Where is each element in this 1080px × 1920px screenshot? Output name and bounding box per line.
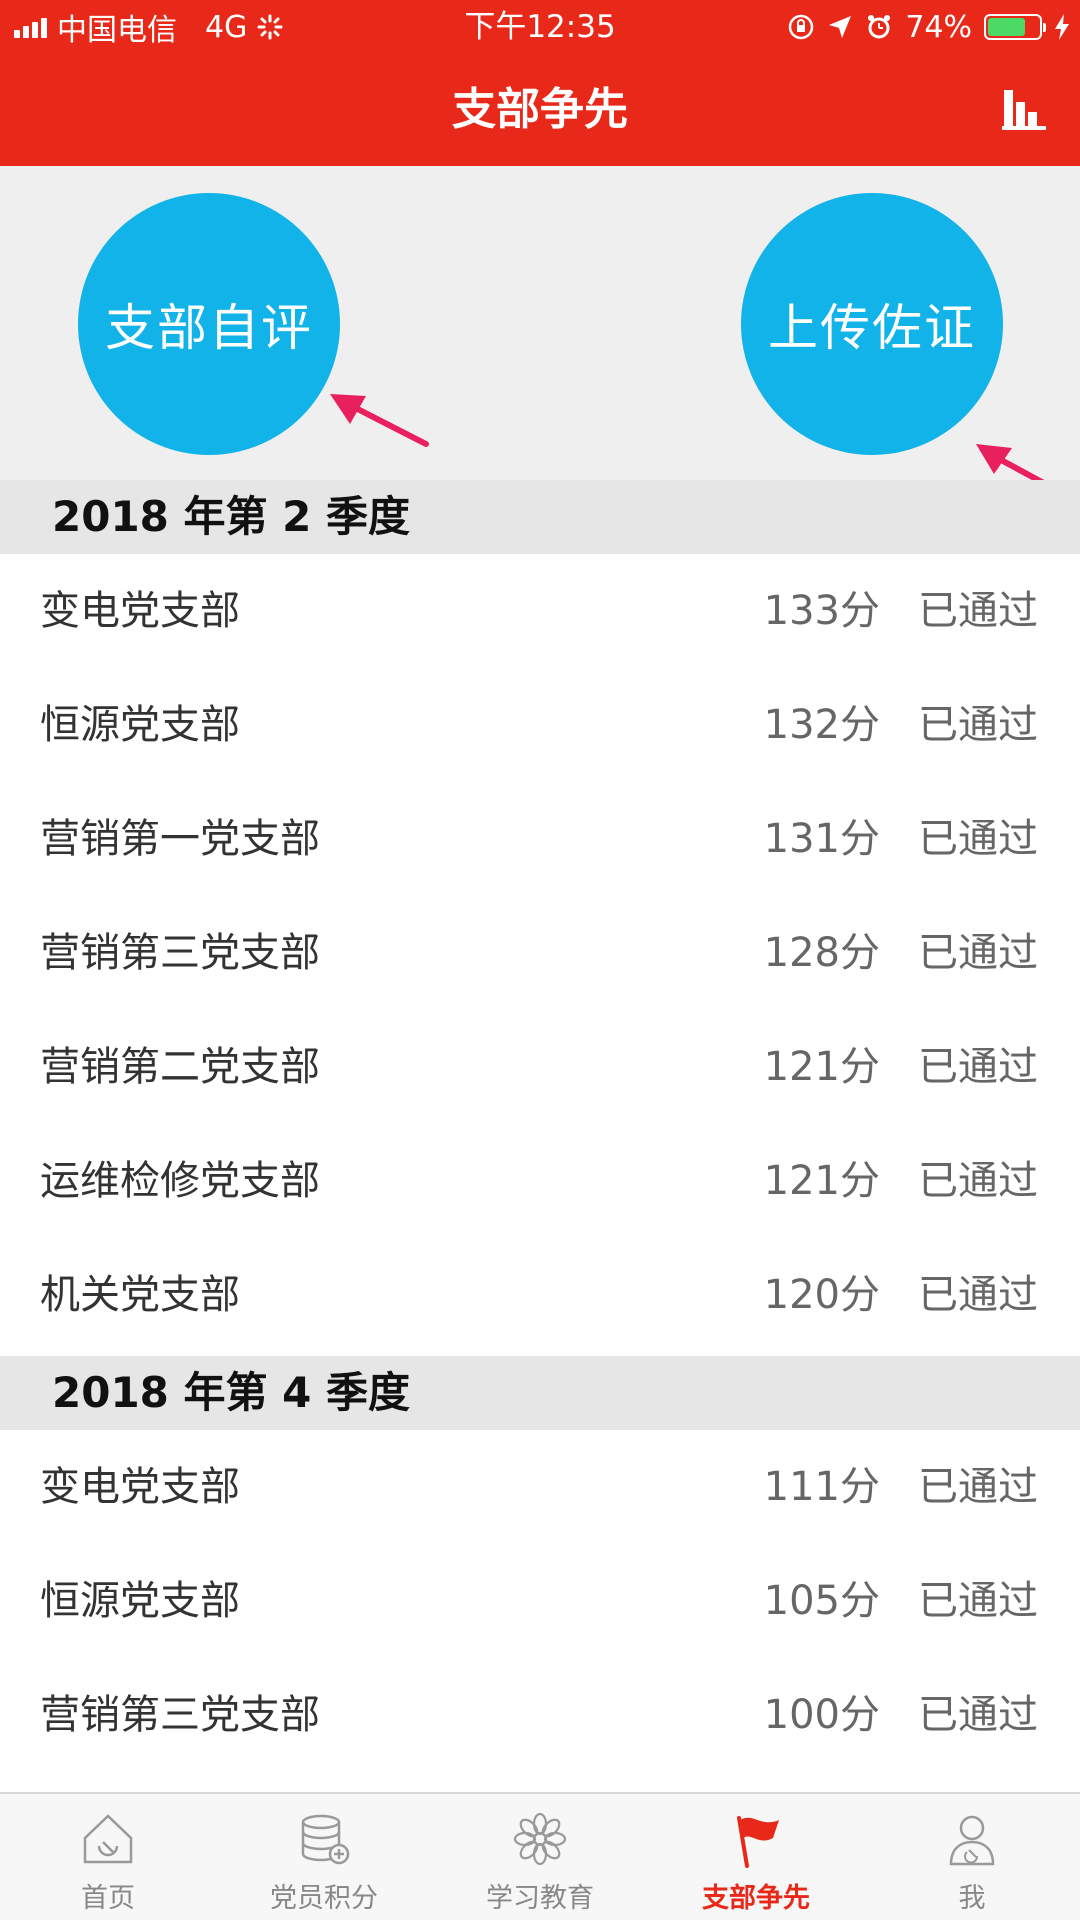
self-review-button[interactable]: 支部自评	[78, 193, 340, 455]
nav-bar: 支部争先	[0, 54, 1080, 166]
review-status: 已通过	[918, 1272, 1038, 1318]
tab-label: 首页	[81, 1883, 135, 1914]
flower-icon	[513, 1812, 567, 1866]
battery-fill	[988, 18, 1025, 36]
tab-label: 支部争先	[702, 1883, 810, 1914]
branch-name: 变电党支部	[40, 588, 240, 634]
review-status: 已通过	[918, 1464, 1038, 1510]
tab-study[interactable]: 学习教育	[432, 1794, 648, 1920]
branch-score: 128分	[763, 930, 880, 976]
branch-name: 营销第一党支部	[40, 816, 320, 862]
home-icon	[83, 1814, 133, 1864]
location-icon	[829, 16, 852, 38]
review-status: 已通过	[918, 1692, 1038, 1738]
branch-score: 132分	[763, 702, 880, 748]
flag-icon	[737, 1816, 779, 1868]
tab-branch-compete[interactable]: 支部争先	[648, 1794, 864, 1920]
branch-name: 营销第三党支部	[40, 930, 320, 976]
list-item[interactable]: 运维检修党支部 121分 已通过	[0, 1124, 1080, 1238]
tab-me[interactable]: 我	[864, 1794, 1080, 1920]
rotation-lock-icon	[789, 14, 814, 40]
battery-percent: 74%	[905, 9, 972, 45]
arrow-annotation-left	[330, 394, 429, 447]
charging-icon	[1055, 14, 1069, 40]
bar-chart-icon	[1002, 90, 1046, 130]
review-status: 已通过	[918, 1158, 1038, 1204]
action-panel: 支部自评 上传佐证	[0, 166, 1080, 497]
branch-name: 运维检修党支部	[40, 1158, 320, 1204]
list-item[interactable]: 恒源党支部 132分 已通过	[0, 668, 1080, 782]
page-title: 支部争先	[452, 84, 628, 135]
list-item[interactable]: 营销第二党支部 121分 已通过	[0, 1010, 1080, 1124]
review-status: 已通过	[918, 1044, 1038, 1090]
branch-score: 133分	[763, 588, 880, 634]
review-status: 已通过	[918, 702, 1038, 748]
branch-name: 机关党支部	[40, 1272, 240, 1318]
review-status: 已通过	[918, 816, 1038, 862]
branch-score: 131分	[763, 816, 880, 862]
branch-score: 111分	[763, 1464, 880, 1510]
section-header: 2018 年第 4 季度	[0, 1356, 1080, 1430]
section-header: 2018 年第 2 季度	[0, 480, 1080, 554]
branch-name: 变电党支部	[40, 1464, 240, 1510]
status-bar: 中国电信 4G 下午12:35 74%	[0, 0, 1080, 54]
list-item[interactable]: 恒源党支部 105分 已通过	[0, 1544, 1080, 1658]
list-item[interactable]: 营销第三党支部 100分 已通过	[0, 1658, 1080, 1772]
alarm-icon	[868, 15, 891, 39]
branch-name: 恒源党支部	[40, 702, 240, 748]
ranking-chart-button[interactable]	[1000, 84, 1050, 134]
battery-icon	[984, 14, 1046, 40]
list-item[interactable]: 营销第三党支部 128分 已通过	[0, 896, 1080, 1010]
branch-score: 100分	[763, 1692, 880, 1738]
tab-label: 学习教育	[486, 1883, 594, 1914]
review-status: 已通过	[918, 588, 1038, 634]
list-item[interactable]: 变电党支部 133分 已通过	[0, 554, 1080, 668]
list-item[interactable]: 变电党支部 111分 已通过	[0, 1430, 1080, 1544]
tab-bar: 首页 党员积分 学习教育 支部争先 我	[0, 1792, 1080, 1920]
user-icon	[949, 1815, 995, 1866]
tab-label: 我	[958, 1883, 986, 1914]
status-right: 74%	[787, 0, 1070, 54]
review-status: 已通过	[918, 930, 1038, 976]
coins-icon	[301, 1814, 350, 1865]
branch-score: 120分	[763, 1272, 880, 1318]
tab-label: 党员积分	[270, 1883, 378, 1914]
branch-name: 营销第三党支部	[40, 1692, 320, 1738]
branch-score: 121分	[763, 1044, 880, 1090]
tab-home[interactable]: 首页	[0, 1794, 216, 1920]
list-item[interactable]: 机关党支部 120分 已通过	[0, 1238, 1080, 1352]
branch-name: 营销第二党支部	[40, 1044, 320, 1090]
branch-score: 105分	[763, 1578, 880, 1624]
tab-member-points[interactable]: 党员积分	[216, 1794, 432, 1920]
branch-score: 121分	[763, 1158, 880, 1204]
upload-evidence-button[interactable]: 上传佐证	[741, 193, 1003, 455]
branch-name: 恒源党支部	[40, 1578, 240, 1624]
review-status: 已通过	[918, 1578, 1038, 1624]
list-item[interactable]: 营销第一党支部 131分 已通过	[0, 782, 1080, 896]
